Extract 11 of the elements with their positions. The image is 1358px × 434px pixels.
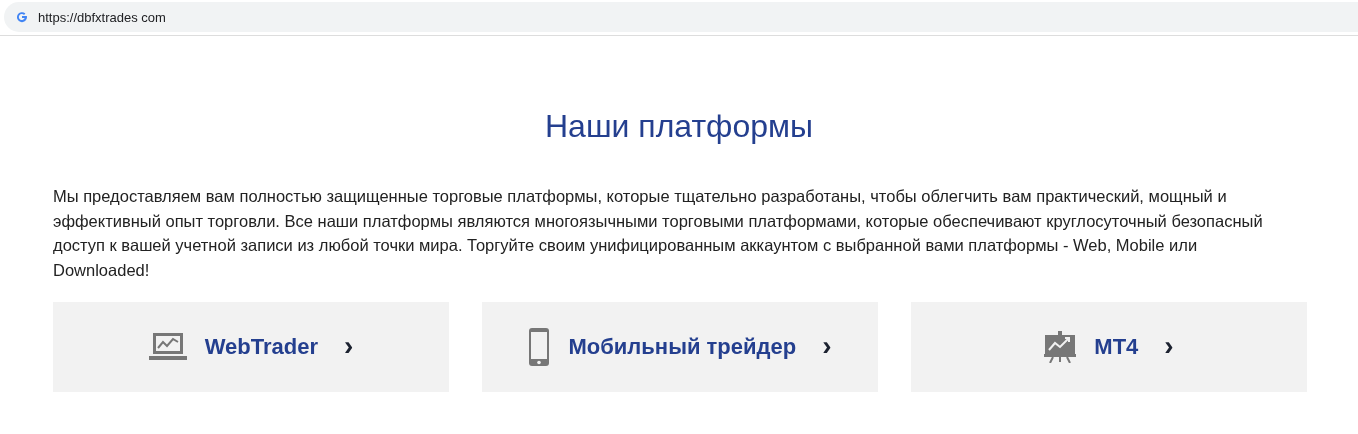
platform-link[interactable]: WebTrader › <box>53 302 449 392</box>
intro-paragraph: Мы предоставляем вам полностью защищенные торговые платформы, которые тщательно разработаны, чтобы облегчить вам практический, мощный и эффективный опыт торговли. Все наши платформы являются многоязычными торговыми платформами, которые обеспечивают круглосуточный безопасный доступ к вашей учетной записи из любой точки мира. Торгуйте своим унифицированным аккаунтом с выбранной вами платформы - Web, Mobile или Downloaded! <box>53 186 1263 281</box>
phone-icon <box>528 327 551 367</box>
presentation-chart-icon <box>1044 331 1077 363</box>
address-bar[interactable]: https://dbfxtrades com <box>4 2 1358 32</box>
platform-link[interactable]: MT4 › <box>911 302 1307 392</box>
google-icon <box>16 11 28 23</box>
platform-link[interactable]: Мобильный трейдер › <box>482 302 878 392</box>
url-text: https://dbfxtrades com <box>38 9 166 25</box>
section-heading: Наши платформы <box>544 107 814 146</box>
laptop-chart-icon <box>148 331 187 363</box>
